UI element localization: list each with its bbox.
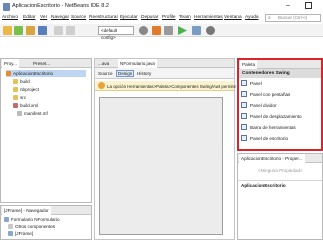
- properties-empty-text: <Ninguna Propiedad>: [258, 168, 303, 173]
- palette-tab-header: Paleta: [239, 60, 321, 69]
- scroll-panel-icon: [241, 113, 247, 119]
- nav-row-form[interactable]: Formulario NFormulario: [4, 216, 60, 223]
- maximize-button[interactable]: [305, 2, 312, 9]
- design-canvas-jframe[interactable]: [99, 97, 223, 235]
- menu-ver[interactable]: Ver: [40, 15, 47, 20]
- new-project-icon[interactable]: [14, 26, 23, 35]
- palette-item-toolbar[interactable]: Barra de herramientas: [241, 123, 296, 132]
- properties-tab-header: AplicacionEscritorio - Proper...: [238, 154, 322, 163]
- tree-row-manifest[interactable]: manifest.mf: [17, 110, 48, 117]
- xml-file-icon: [13, 103, 18, 108]
- menu-ventana[interactable]: Ventana: [224, 15, 242, 20]
- form-icon: [4, 217, 9, 222]
- properties-divider: [238, 180, 322, 181]
- tab-prev-file[interactable]: ...ava: [96, 59, 111, 68]
- nav-row-other[interactable]: Otros componentes: [8, 223, 55, 230]
- history-toggle[interactable]: History: [137, 71, 151, 76]
- tab-projects[interactable]: Proy...: [2, 59, 19, 68]
- editor-panel: ...ava NFormulario.java Source Design Hi…: [94, 58, 241, 240]
- design-toggle[interactable]: Design: [116, 70, 135, 77]
- folder-icon: [13, 79, 18, 84]
- tree-row-build[interactable]: build: [13, 78, 30, 85]
- navigator-panel: [JFrame] - Navegador Formulario NFormula…: [0, 205, 92, 240]
- tree-row-src[interactable]: src: [13, 94, 26, 101]
- save-all-icon[interactable]: [38, 26, 47, 35]
- folder-icon: [13, 87, 18, 92]
- desktop-panel-icon: [241, 135, 247, 141]
- panel-icon: [241, 80, 247, 86]
- palette-category[interactable]: Contenedores Swing: [239, 69, 321, 78]
- netbeans-app-icon: [3, 3, 10, 11]
- jframe-icon: [8, 231, 13, 236]
- folder-icon: [8, 224, 13, 229]
- editor-tab-header: ...ava NFormulario.java: [95, 59, 234, 68]
- tree-row-nbproject[interactable]: nbproject: [13, 86, 39, 93]
- source-toggle[interactable]: Source: [98, 71, 113, 76]
- tab-form-file[interactable]: NFormulario.java: [118, 59, 157, 68]
- tabbed-panel-icon: [241, 91, 247, 97]
- menu-profile[interactable]: Profile: [162, 15, 176, 20]
- undo-icon[interactable]: [54, 26, 63, 35]
- tree-row-project[interactable]: AplicacionEscritorio: [6, 70, 86, 77]
- palette-item-tabbed-panel[interactable]: Panel con pestañas: [241, 90, 290, 99]
- palette-item-split-panel[interactable]: Panel dividor: [241, 101, 277, 110]
- project-icon: [6, 71, 11, 76]
- tab-properties[interactable]: AplicacionEscritorio - Proper...: [239, 154, 305, 163]
- menu-editar[interactable]: Editar: [23, 15, 36, 20]
- clean-build-icon[interactable]: [164, 26, 173, 35]
- properties-panel: AplicacionEscritorio - Proper... <Ningun…: [237, 153, 323, 240]
- search-icon: ⌕: [268, 15, 271, 21]
- tab-palette[interactable]: Paleta: [240, 60, 258, 69]
- palette-panel: Paleta Contenedores Swing Panel Panel co…: [237, 58, 323, 151]
- menu-reestructurar[interactable]: Reestructurar: [89, 15, 118, 20]
- minimize-button[interactable]: –: [286, 2, 290, 9]
- projects-panel: Proy... Preset... AplicacionEscritorio b…: [0, 58, 92, 203]
- projects-tab-header: Proy... Preset...: [1, 59, 91, 68]
- palette-item-panel[interactable]: Panel: [241, 79, 262, 88]
- build-icon[interactable]: [152, 26, 161, 35]
- tab-prest[interactable]: Preset...: [31, 59, 52, 68]
- open-project-icon[interactable]: [26, 26, 35, 35]
- debug-icon[interactable]: [192, 26, 201, 35]
- info-notice: La opción Herramientas>Paleta>Componente…: [107, 84, 241, 89]
- palette-item-desktop-panel[interactable]: Panel de escritorio: [241, 134, 288, 143]
- palette-item-scroll-panel[interactable]: Panel de desplazamiento: [241, 112, 302, 121]
- folder-icon: [13, 95, 18, 100]
- menu-depurar[interactable]: Depurar: [141, 15, 158, 20]
- config-select[interactable]: <default config>: [98, 26, 134, 40]
- menu-ejecutar[interactable]: Ejecutar: [120, 15, 138, 20]
- settings-icon[interactable]: [139, 26, 148, 35]
- redo-icon[interactable]: [66, 26, 75, 35]
- info-bulb-icon: [98, 82, 105, 89]
- menu-navegar[interactable]: Navegar: [51, 15, 69, 20]
- file-icon: [17, 111, 22, 116]
- search-input[interactable]: Buscar (Ctrl+I): [265, 14, 321, 22]
- navigator-tab-header: [JFrame] - Navegador: [1, 206, 91, 215]
- tree-row-build-xml[interactable]: build.xml: [13, 102, 38, 109]
- split-panel-icon: [241, 102, 247, 108]
- menu-herramientas[interactable]: Herramientas: [194, 15, 223, 20]
- menu-team[interactable]: Team: [179, 15, 191, 20]
- toolbar-icon: [241, 124, 247, 130]
- main-toolbar: [0, 24, 323, 37]
- new-file-icon[interactable]: [3, 26, 12, 35]
- window-title: AplicacionEscritorio - NetBeans IDE 8.2: [12, 3, 109, 9]
- profile-icon[interactable]: [206, 26, 215, 35]
- menu-archivo[interactable]: Archivo: [2, 15, 18, 20]
- menu-ayuda[interactable]: Ayuda: [245, 15, 259, 20]
- properties-footer: AplicacionEscritorio: [241, 183, 286, 188]
- menu-source[interactable]: Source: [71, 15, 86, 20]
- tab-navigator[interactable]: [JFrame] - Navegador: [2, 206, 51, 215]
- nav-row-jframe[interactable]: [JFrame]: [8, 230, 33, 237]
